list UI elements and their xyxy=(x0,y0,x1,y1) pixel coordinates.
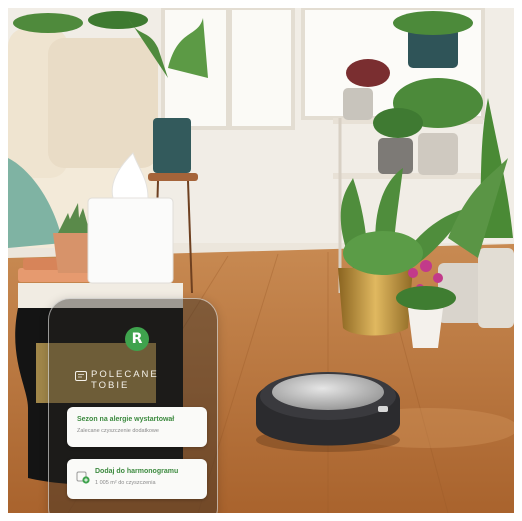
add-to-schedule-card[interactable]: Dodaj do harmonogramu 1 005 m² do czyszc… xyxy=(67,459,207,499)
card-subtitle: 1 005 m² do czyszczenia xyxy=(95,480,156,486)
recommendations-icon xyxy=(75,371,87,381)
phone-app-overlay: R POLECANE TOBIE Sezon na alergie wystar… xyxy=(48,298,218,513)
recommended-heading-line2: TOBIE xyxy=(91,380,130,391)
card-subtitle: Zalecane czyszczenie dodatkowe xyxy=(77,428,159,434)
card-title: Dodaj do harmonogramu xyxy=(95,468,179,475)
product-photo-frame: R POLECANE TOBIE Sezon na alergie wystar… xyxy=(8,8,514,513)
recommended-heading: POLECANE TOBIE xyxy=(91,369,159,391)
card-title: Sezon na alergie wystartował xyxy=(77,416,175,423)
recommended-heading-line1: POLECANE xyxy=(91,369,159,380)
calendar-add-icon xyxy=(76,471,90,484)
allergy-season-card[interactable]: Sezon na alergie wystartował Zalecane cz… xyxy=(67,407,207,447)
roomba-app-logo: R xyxy=(125,327,149,351)
